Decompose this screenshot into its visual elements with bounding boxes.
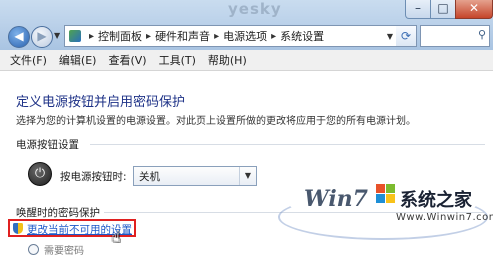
require-password-radio[interactable] bbox=[28, 244, 39, 255]
page-title: 定义电源按钮并启用密码保护 bbox=[16, 95, 186, 110]
watermark-brand: Win7 bbox=[304, 186, 368, 212]
control-panel-icon bbox=[69, 30, 81, 42]
watermark-url: Www.Winwin7.com bbox=[396, 212, 493, 223]
section-divider bbox=[90, 144, 485, 145]
search-icon[interactable]: ⚲ bbox=[478, 28, 486, 41]
breadcrumb-chevron-icon[interactable]: ▸ bbox=[89, 31, 94, 42]
maximize-button[interactable]: □ bbox=[430, 0, 456, 19]
close-button[interactable]: ✕ bbox=[455, 0, 493, 19]
refresh-button[interactable]: ⟳ bbox=[396, 25, 417, 47]
breadcrumb-chevron-icon[interactable]: ▸ bbox=[214, 31, 219, 42]
breadcrumb-control-panel[interactable]: 控制面板 bbox=[98, 28, 142, 44]
select-value: 关机 bbox=[139, 171, 160, 183]
menu-edit[interactable]: 编辑(E) bbox=[53, 52, 103, 68]
menu-bar: 文件(F) 编辑(E) 查看(V) 工具(T) 帮助(H) bbox=[0, 50, 493, 71]
menu-view[interactable]: 查看(V) bbox=[102, 52, 152, 68]
require-password-label: 需要密码 bbox=[44, 246, 84, 257]
address-dropdown-icon[interactable]: ▼ bbox=[387, 32, 393, 41]
title-bar: yesky – □ ✕ bbox=[0, 0, 493, 22]
menu-help[interactable]: 帮助(H) bbox=[202, 52, 253, 68]
wake-password-section-heading: 唤醒时的密码保护 bbox=[16, 207, 100, 219]
watermark-text: yesky bbox=[228, 0, 282, 18]
menu-file[interactable]: 文件(F) bbox=[0, 52, 53, 68]
address-bar[interactable]: ▸ 控制面板 ▸ 硬件和声音 ▸ 电源选项 ▸ 系统设置 ▼ bbox=[64, 25, 398, 47]
forward-button[interactable]: ▶ bbox=[31, 26, 53, 48]
refresh-icon: ⟳ bbox=[400, 29, 412, 43]
power-button-section-heading: 电源按钮设置 bbox=[16, 139, 79, 151]
back-button[interactable]: ◀ bbox=[8, 26, 30, 48]
power-icon: ⏻ bbox=[28, 162, 52, 186]
breadcrumb-chevron-icon[interactable]: ▸ bbox=[146, 31, 151, 42]
power-button-label: 按电源按钮时: bbox=[60, 171, 127, 183]
watermark-logo: Win7 系统之家 Www.Winwin7.com bbox=[278, 176, 493, 252]
navigation-bar: ◀ ▶ ▼ ▸ 控制面板 ▸ 硬件和声音 ▸ 电源选项 ▸ 系统设置 ▼ ⟳ ⚲ bbox=[0, 22, 493, 50]
uac-shield-icon bbox=[13, 223, 23, 234]
power-button-action-select[interactable]: 关机 ▼ bbox=[133, 166, 257, 186]
breadcrumb-power-options[interactable]: 电源选项 bbox=[223, 28, 267, 44]
breadcrumb-hardware-sound[interactable]: 硬件和声音 bbox=[155, 28, 210, 44]
control-panel-window: yesky – □ ✕ ◀ ▶ ▼ ▸ 控制面板 ▸ 硬件和声音 ▸ 电源选项 … bbox=[0, 0, 493, 257]
page-description: 选择为您的计算机设置的电源设置。对此页上设置所做的更改将应用于您的所有电源计划。 bbox=[16, 116, 416, 127]
recent-pages-dropdown-icon[interactable]: ▼ bbox=[54, 31, 60, 40]
breadcrumb-chevron-icon[interactable]: ▸ bbox=[271, 31, 276, 42]
search-input[interactable]: ⚲ bbox=[420, 25, 490, 47]
breadcrumb-system-settings[interactable]: 系统设置 bbox=[280, 28, 324, 44]
menu-tools[interactable]: 工具(T) bbox=[153, 52, 202, 68]
watermark-cn-text: 系统之家 bbox=[400, 190, 472, 211]
chevron-down-icon[interactable]: ▼ bbox=[239, 167, 256, 185]
hand-cursor-icon: ☝ bbox=[111, 227, 121, 246]
windows-flag-icon bbox=[376, 184, 396, 204]
minimize-button[interactable]: – bbox=[405, 0, 431, 19]
